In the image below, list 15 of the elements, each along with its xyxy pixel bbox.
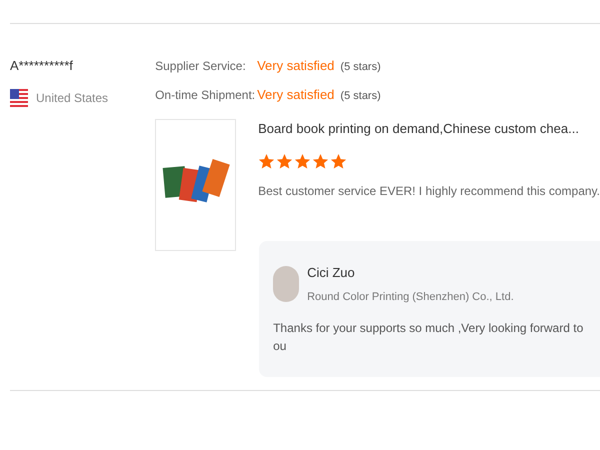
rating-label: Supplier Service:	[155, 58, 247, 75]
reply-company: Round Color Printing (Shenzhen) Co., Ltd.	[307, 290, 514, 304]
reviewer-name: A**********f	[10, 57, 74, 75]
flag-icon	[10, 88, 28, 106]
reply-text: Thanks for your supports so much ,Very looking forward to ou	[273, 320, 584, 355]
rating-stars-text: (5 stars)	[340, 88, 381, 104]
rating-value: Very satisfied	[257, 57, 334, 75]
reviewer-country: United States	[36, 90, 108, 106]
rating-label: On-time Shipment:	[155, 86, 256, 104]
avatar	[273, 266, 300, 302]
rating-stars-text: (5 stars)	[340, 60, 381, 75]
rating-value: Very satisfied	[257, 86, 334, 104]
reply-author: Cici Zuo	[307, 264, 356, 282]
review-comment: Best customer service EVER! I highly recommend this company.	[258, 182, 600, 200]
product-title: Board book printing on demand,Chinese custom chea...	[258, 120, 580, 138]
